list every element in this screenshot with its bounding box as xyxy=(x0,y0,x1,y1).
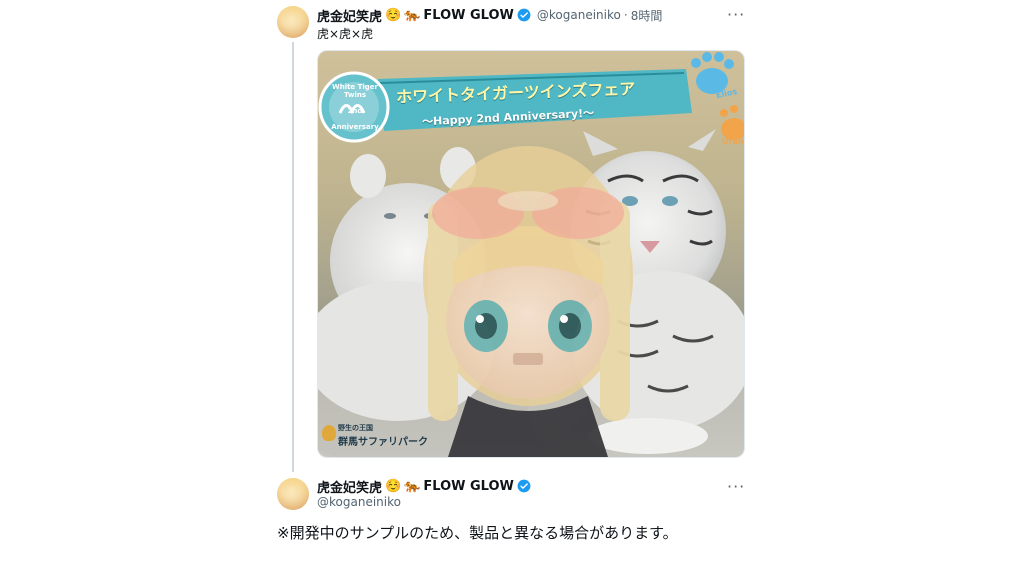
avatar-image xyxy=(277,6,309,38)
tiger-emoji-icon: 🐅 xyxy=(404,478,421,494)
author-name-suffix[interactable]: FLOW GLOW xyxy=(423,479,514,494)
avatar[interactable] xyxy=(277,6,309,38)
timestamp[interactable]: 8時間 xyxy=(631,7,663,24)
park-logo-icon xyxy=(322,425,336,441)
separator-dot: · xyxy=(623,8,628,22)
avatar[interactable] xyxy=(277,478,309,510)
tweet-text: ※開発中のサンプルのため、製品と異なる場合があります。 xyxy=(277,524,678,542)
tweet-text: 虎×虎×虎 xyxy=(317,27,374,41)
tweet-header: 虎金妃笑虎 ☺️ 🐅 FLOW GLOW xyxy=(317,477,531,496)
park-logo-small: 野生の王国 xyxy=(338,424,373,432)
author-name[interactable]: 虎金妃笑虎 xyxy=(317,477,382,496)
author-handle[interactable]: @koganeiniko xyxy=(537,8,621,22)
verified-badge-icon xyxy=(517,8,531,22)
badge-text-mid: 2nd xyxy=(347,107,363,115)
author-handle[interactable]: @koganeiniko xyxy=(317,495,401,509)
more-options-button[interactable]: ··· xyxy=(727,5,745,24)
tiger-emoji-icon: 🐅 xyxy=(404,7,421,23)
smile-emoji-icon: ☺️ xyxy=(385,478,402,494)
tweet-header: 虎金妃笑虎 ☺️ 🐅 FLOW GLOW @koganeiniko · 8時間 xyxy=(317,6,663,25)
more-options-button[interactable]: ··· xyxy=(727,477,745,496)
avatar-image xyxy=(277,478,309,510)
badge-text-top: White Tiger Twins xyxy=(331,83,379,99)
author-name[interactable]: 虎金妃笑虎 xyxy=(317,6,382,25)
smile-emoji-icon: ☺️ xyxy=(385,7,402,23)
paw-label-uran: Uran xyxy=(722,137,744,146)
badge-text-bottom: Anniversary xyxy=(331,123,379,131)
verified-badge-icon xyxy=(517,479,531,493)
author-name-suffix[interactable]: FLOW GLOW xyxy=(423,8,514,23)
tweet-media-photo[interactable]: ホワイトタイガーツインズフェア ～Happy 2nd Anniversary!～… xyxy=(317,50,745,458)
thread-line xyxy=(292,42,294,472)
park-logo-name: 群馬サファリパーク xyxy=(338,437,428,448)
